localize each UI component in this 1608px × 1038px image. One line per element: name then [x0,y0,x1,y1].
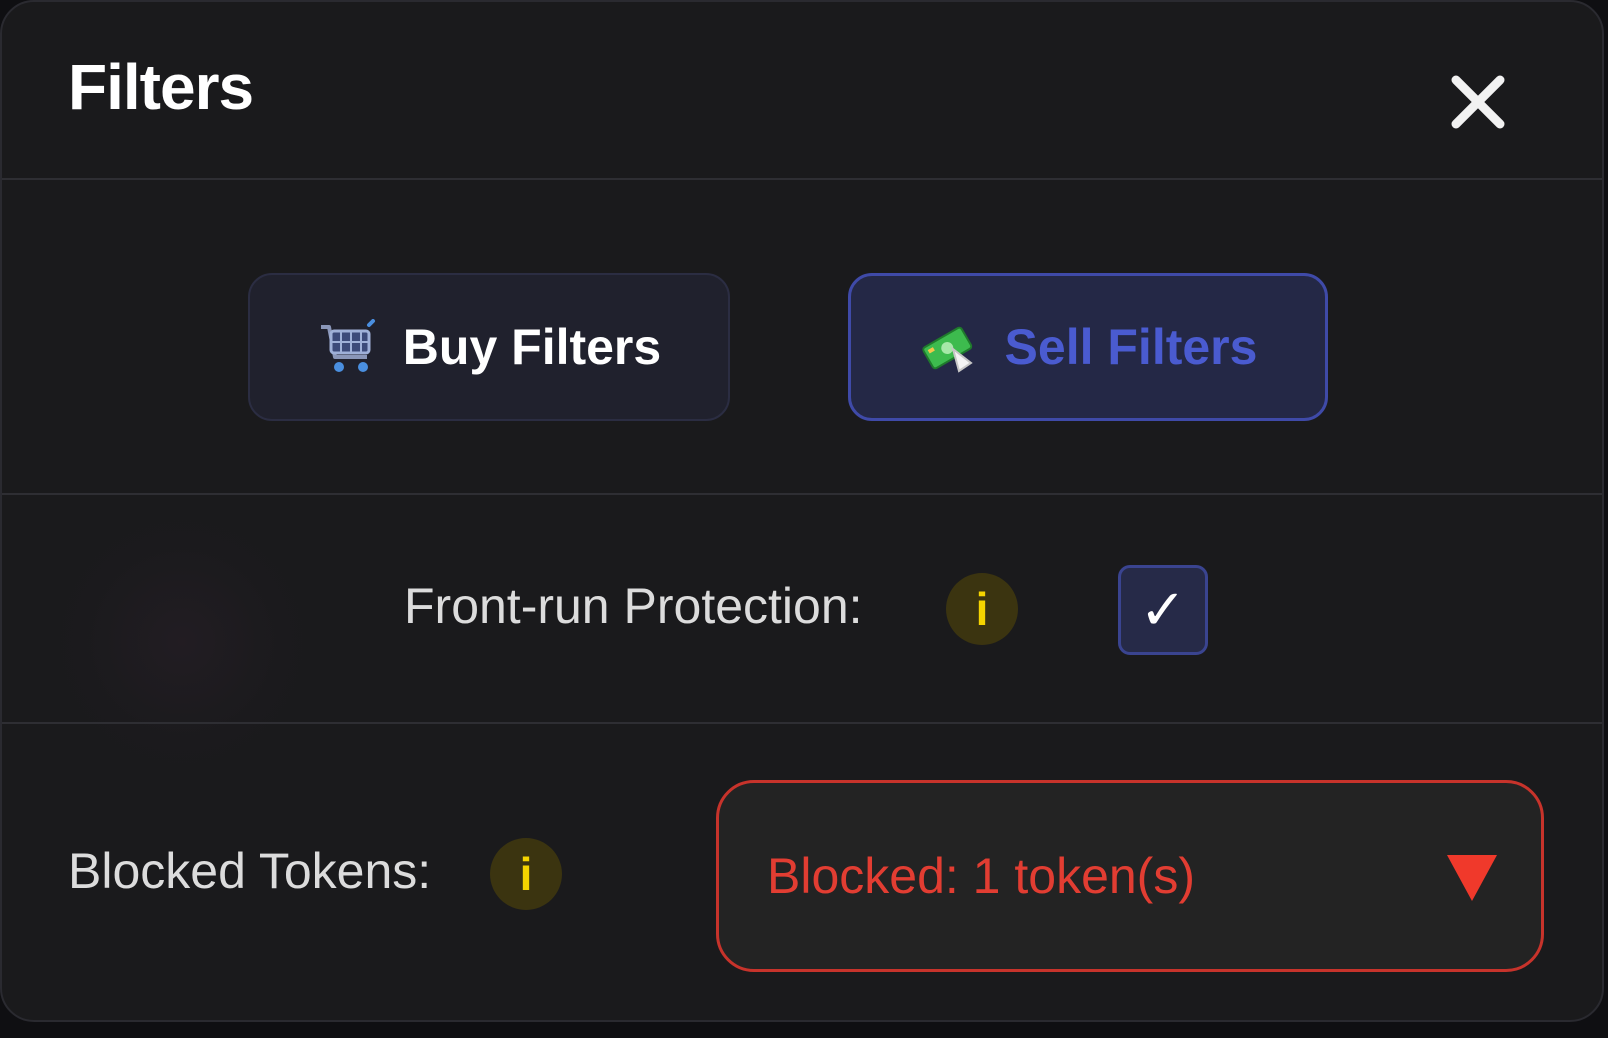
front-run-protection-label: Front-run Protection: [404,578,863,634]
filter-tabs: Buy Filters Sell Filters [2,180,1602,495]
modal-title: Filters [68,51,254,123]
info-icon[interactable]: i [946,573,1018,645]
blocked-tokens-dropdown[interactable]: Blocked: 1 token(s) [716,780,1544,972]
tab-buy-filters[interactable]: Buy Filters [248,273,730,421]
blocked-tokens-label: Blocked Tokens: [68,843,432,899]
close-button[interactable] [1442,66,1514,138]
modal-header: Filters [2,2,1602,180]
money-with-wings-icon [921,326,973,373]
tab-buy-label: Buy Filters [402,319,662,375]
tab-sell-filters[interactable]: Sell Filters [848,273,1328,421]
tab-sell-label: Sell Filters [1004,319,1258,375]
triangle-down-icon [1447,855,1497,901]
shopping-cart-icon [320,319,375,372]
front-run-protection-checkbox[interactable]: ✓ [1118,565,1208,655]
close-icon [1451,75,1505,129]
front-run-protection-row: Front-run Protection: i ✓ [2,495,1602,724]
blocked-tokens-value: Blocked: 1 token(s) [767,848,1195,904]
blocked-tokens-row: Blocked Tokens: i Blocked: 1 token(s) [2,724,1602,1020]
info-icon[interactable]: i [490,838,562,910]
filters-modal: Filters Buy Filters Sell Filters Front-r… [0,0,1604,1022]
